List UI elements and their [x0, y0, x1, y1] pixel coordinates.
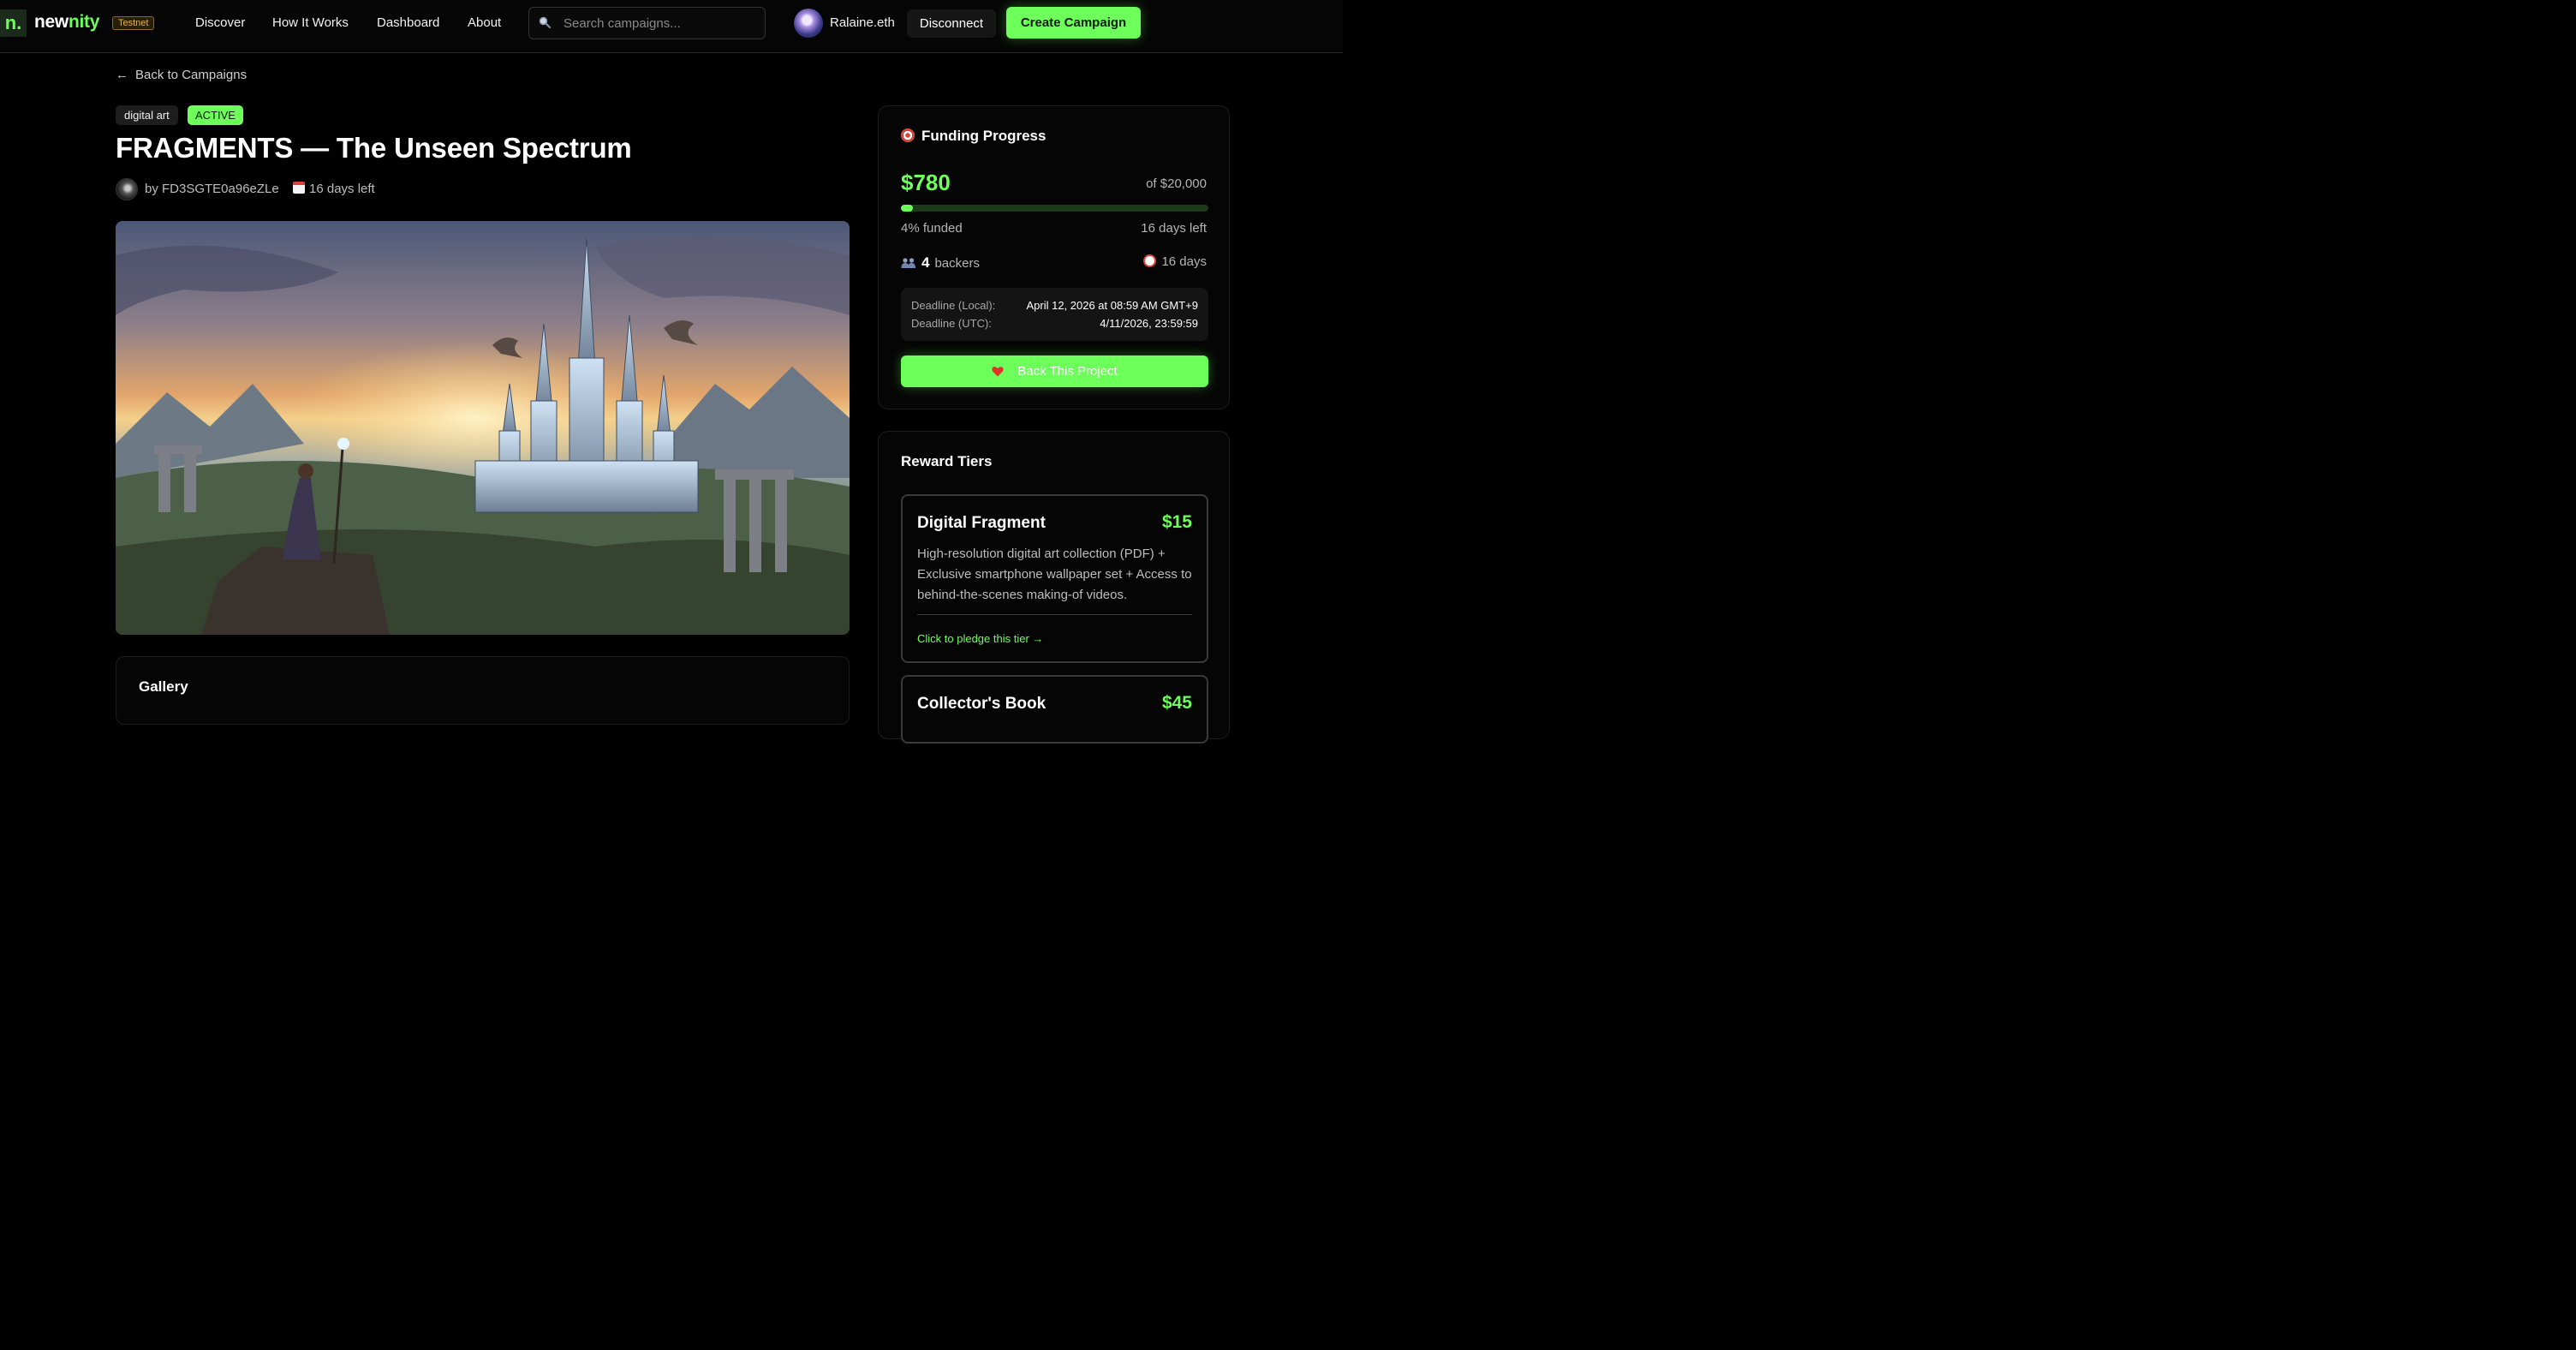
deadline-box: Deadline (Local): April 12, 2026 at 08:5…: [901, 288, 1208, 341]
user-avatar[interactable]: [794, 9, 823, 38]
username[interactable]: Ralaine.eth: [830, 15, 895, 30]
funding-progress-bar: [901, 205, 1208, 212]
funding-progress-card: Funding Progress $780 of $20,000 4% fund…: [878, 105, 1230, 409]
back-to-campaigns-link[interactable]: ← Back to Campaigns: [116, 68, 247, 82]
reward-tier-card[interactable]: Collector's Book $45: [901, 675, 1208, 744]
campaign-hero-image: [116, 221, 850, 635]
arrow-left-icon: ←: [116, 68, 128, 82]
backers-count: 4: [921, 254, 930, 271]
people-icon: [901, 258, 915, 268]
percent-funded: 4% funded: [901, 221, 963, 236]
backers-label: backers: [934, 256, 980, 271]
testnet-badge: Testnet: [112, 16, 155, 30]
amount-raised: $780: [901, 170, 951, 195]
deadline-utc-label: Deadline (UTC):: [911, 317, 992, 330]
heart-icon: [992, 367, 1004, 377]
tier-divider: [917, 614, 1192, 615]
creator-avatar: [116, 178, 138, 200]
logo-mark[interactable]: n.: [0, 9, 27, 37]
logo-wordmark[interactable]: newnity: [34, 12, 99, 33]
reward-tier-card[interactable]: Digital Fragment $15 High-resolution dig…: [901, 494, 1208, 663]
tier-price: $45: [1161, 693, 1192, 713]
funding-goal: of $20,000: [1146, 176, 1207, 191]
nav-link-how-it-works[interactable]: How It Works: [272, 15, 349, 30]
days-left-meta: 16 days left: [293, 182, 375, 196]
search-input[interactable]: [564, 15, 756, 32]
hero-illustration: [116, 236, 850, 635]
reward-tiers-card: Reward Tiers Digital Fragment $15 High-r…: [878, 431, 1230, 744]
top-navbar: n. newnity Testnet Discover How It Works…: [0, 0, 1343, 53]
back-label: Back to Campaigns: [135, 68, 247, 82]
alarm-clock-icon: [1143, 254, 1157, 267]
duration-stat: 16 days: [1143, 254, 1207, 269]
funding-progress-fill: [901, 205, 914, 212]
calendar-icon: [293, 182, 305, 194]
nav-link-about[interactable]: About: [468, 15, 501, 30]
funding-heading: Funding Progress: [901, 128, 1046, 145]
logo-new: new: [34, 12, 69, 32]
deadline-local-value: April 12, 2026 at 08:59 AM GMT+9: [1026, 299, 1198, 312]
tier-name: Digital Fragment: [917, 514, 1046, 532]
backers-stat: 4 backers: [901, 254, 980, 272]
reward-tiers-heading: Reward Tiers: [901, 453, 993, 469]
funding-heading-text: Funding Progress: [921, 128, 1046, 144]
nav-link-dashboard[interactable]: Dashboard: [377, 15, 439, 30]
back-this-project-button[interactable]: Back This Project: [901, 355, 1208, 387]
days-left-text: 16 days left: [309, 182, 375, 196]
pledge-tier-link[interactable]: Click to pledge this tier →: [917, 632, 1043, 645]
tier-description: High-resolution digital art collection (…: [917, 547, 1192, 602]
search-box[interactable]: [528, 7, 766, 39]
target-icon: [901, 128, 915, 142]
gallery-section: Gallery: [116, 656, 850, 725]
gallery-heading: Gallery: [139, 678, 188, 695]
campaign-title: FRAGMENTS — The Unseen Spectrum: [116, 132, 632, 164]
back-this-project-label: Back This Project: [1017, 364, 1118, 379]
tier-price: $15: [1161, 512, 1192, 532]
nav-link-discover[interactable]: Discover: [195, 15, 245, 30]
tier-name: Collector's Book: [917, 695, 1046, 713]
duration-text: 16 days: [1161, 254, 1207, 269]
status-badge: ACTIVE: [188, 105, 243, 125]
deadline-utc-value: 4/11/2026, 23:59:59: [1100, 317, 1198, 330]
logo-nity: nity: [68, 12, 100, 32]
create-campaign-button[interactable]: Create Campaign: [1006, 7, 1141, 39]
creator-name[interactable]: by FD3SGTE0a96eZLe: [145, 182, 279, 196]
category-tag: digital art: [116, 105, 178, 125]
deadline-local-label: Deadline (Local):: [911, 299, 996, 312]
disconnect-button[interactable]: Disconnect: [907, 9, 996, 38]
days-left: 16 days left: [1141, 221, 1207, 236]
search-icon: [539, 16, 551, 28]
